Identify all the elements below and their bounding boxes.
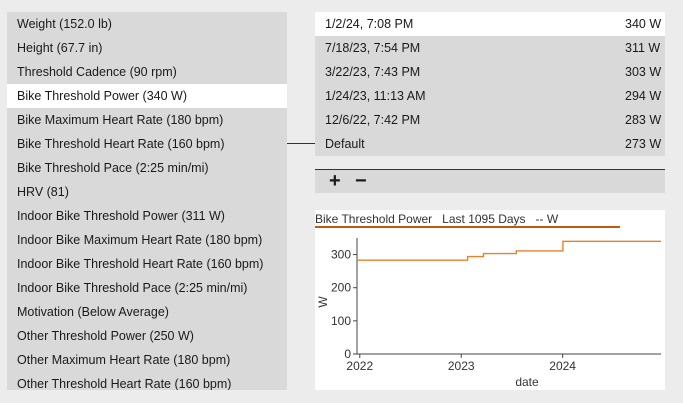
metric-item[interactable]: HRV (81) [7,180,287,204]
metric-item[interactable]: Bike Threshold Pace (2:25 min/mi) [7,156,287,180]
add-button[interactable]: + [329,170,341,192]
metric-item[interactable]: Indoor Bike Maximum Heart Rate (180 bpm) [7,228,287,252]
history-row[interactable]: 3/22/23, 7:43 PM 303 W [315,60,665,84]
history-date: Default [325,137,365,151]
metric-item[interactable]: Threshold Cadence (90 rpm) [7,60,287,84]
metric-item[interactable]: Indoor Bike Threshold Power (311 W) [7,204,287,228]
y-axis-label: W [316,296,330,308]
metric-item[interactable]: Motivation (Below Average) [7,300,287,324]
connector-line [287,143,315,144]
history-value: 303 W [625,65,662,79]
y-tick-label: 300 [331,248,351,262]
x-tick-label: 2022 [346,359,373,373]
y-tick-label: 200 [331,281,351,295]
metric-item[interactable]: Indoor Bike Threshold Heart Rate (160 bp… [7,252,287,276]
history-row[interactable]: Default 273 W [315,132,665,156]
metric-item[interactable]: Other Threshold Power (250 W) [7,324,287,348]
metric-item[interactable]: Indoor Bike Threshold Pace (2:25 min/mi) [7,276,287,300]
history-date: 1/2/24, 7:08 PM [325,17,414,31]
history-value: 294 W [625,89,662,103]
history-date: 1/24/23, 11:13 AM [325,89,426,103]
remove-button[interactable]: − [355,170,367,192]
x-tick-label: 2024 [549,359,576,373]
history-date: 3/22/23, 7:43 PM [325,65,421,79]
metric-item[interactable]: Height (67.7 in) [7,36,287,60]
metric-item[interactable]: Bike Threshold Power (340 W) [7,84,287,108]
history-row[interactable]: 1/2/24, 7:08 PM 340 W [315,12,665,36]
history-value: 311 W [625,41,661,55]
metric-item[interactable]: Weight (152.0 lb) [7,12,287,36]
chart-panel: Bike Threshold Power Last 1095 Days -- W… [315,210,665,390]
chart-svg: 01002003002022 2023 2024dateW [315,226,661,389]
history-toolbar: + − [315,169,665,193]
history-value: 283 W [625,113,662,127]
history-date: 7/18/23, 7:54 PM [325,41,421,55]
history-row[interactable]: 7/18/23, 7:54 PM 311 W [315,36,665,60]
history-table: 1/2/24, 7:08 PM 340 W 7/18/23, 7:54 PM 311 … [315,12,665,156]
history-value: 273 W [625,137,662,151]
metric-item[interactable]: Bike Maximum Heart Rate (180 bpm) [7,108,287,132]
metric-item[interactable]: Other Maximum Heart Rate (180 bpm) [7,348,287,372]
metric-item[interactable]: Other Threshold Heart Rate (160 bpm) [7,372,287,390]
metrics-list: Weight (152.0 lb) Height (67.7 in) Thresho… [7,12,287,390]
x-tick-label: 2023 [448,359,475,373]
power-series-line [357,240,661,261]
history-date: 12/6/22, 7:42 PM [325,113,421,127]
history-row[interactable]: 1/24/23, 11:13 AM 294 W [315,84,665,108]
y-tick-label: 100 [331,314,351,328]
x-axis-label: date [515,375,539,389]
history-value: 340 W [625,17,662,31]
history-row[interactable]: 12/6/22, 7:42 PM 283 W [315,108,665,132]
metric-item[interactable]: Bike Threshold Heart Rate (160 bpm) [7,132,287,156]
